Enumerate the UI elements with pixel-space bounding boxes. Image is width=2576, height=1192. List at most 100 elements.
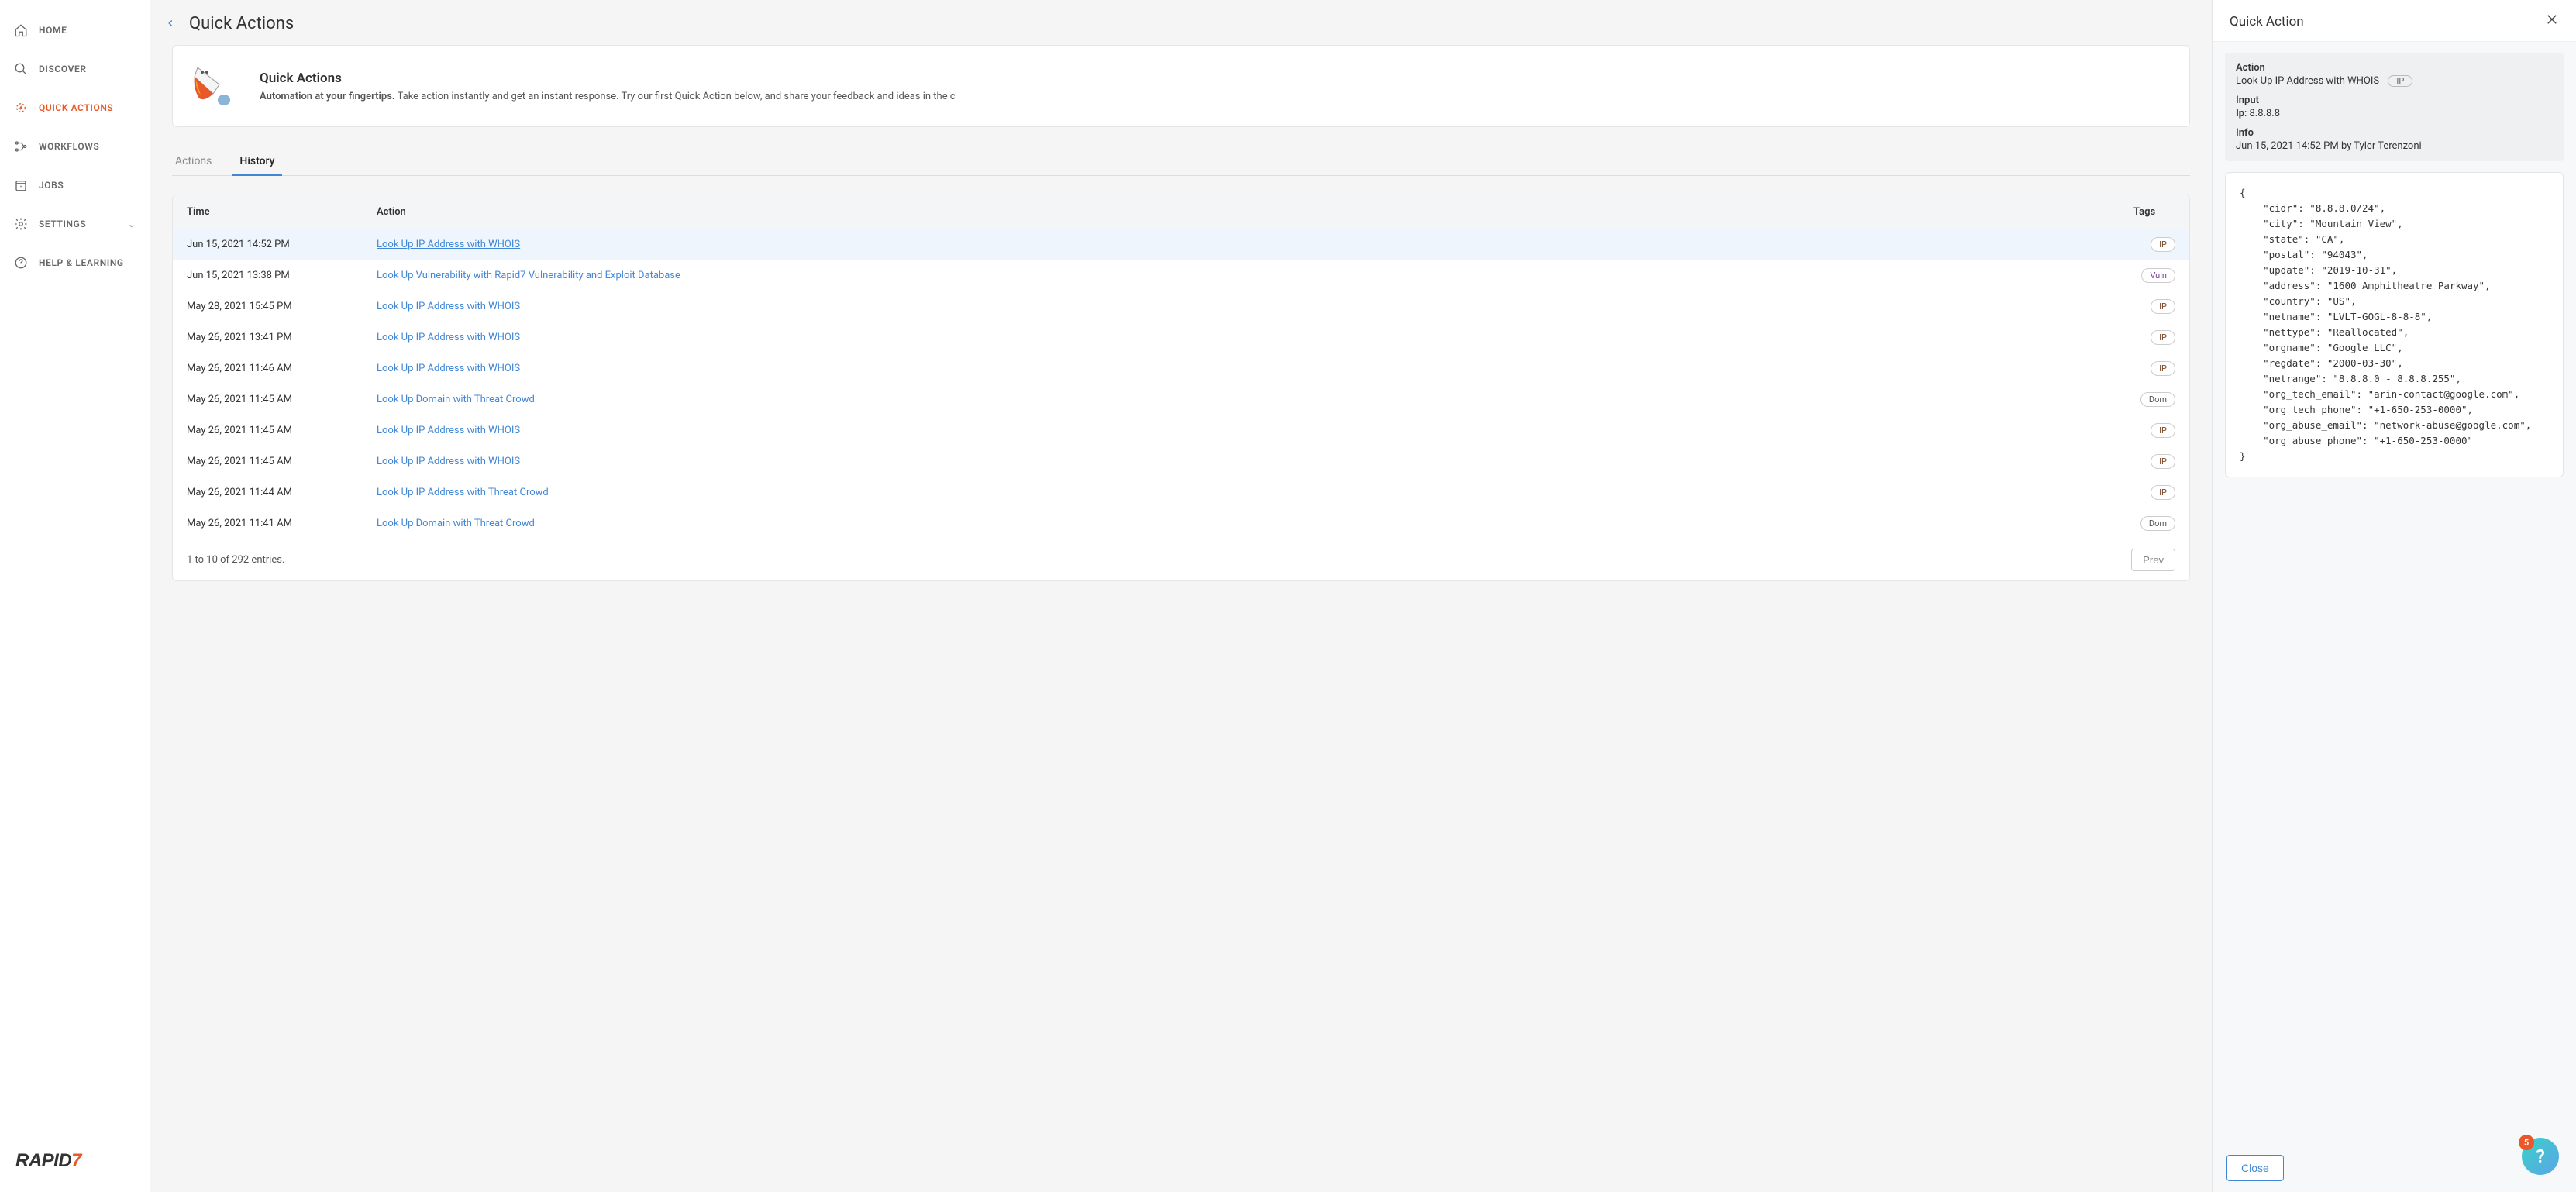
tab-actions[interactable]: Actions bbox=[172, 149, 215, 175]
tag-pill: IP bbox=[2151, 361, 2175, 376]
action-link[interactable]: Look Up Vulnerability with Rapid7 Vulner… bbox=[377, 270, 680, 281]
page-header: Quick Actions bbox=[150, 0, 2212, 45]
sidebar: HOME DISCOVER QUICK ACTIONS WORKFLOWS bbox=[0, 0, 150, 1192]
action-value: Look Up IP Address with WHOIS IP bbox=[2236, 75, 2553, 87]
cell-action: Look Up Vulnerability with Rapid7 Vulner… bbox=[363, 260, 2120, 291]
cell-tags: Dom bbox=[2120, 508, 2189, 539]
sidebar-item-label: SETTINGS bbox=[39, 219, 86, 229]
cell-time: May 26, 2021 11:46 AM bbox=[173, 353, 363, 384]
close-icon[interactable] bbox=[2545, 12, 2559, 30]
tag-pill: IP bbox=[2151, 454, 2175, 469]
action-label: Action bbox=[2236, 62, 2553, 74]
tag-pill: IP bbox=[2151, 330, 2175, 345]
cell-tags: IP bbox=[2120, 322, 2189, 353]
cell-action: Look Up IP Address with WHOIS bbox=[363, 229, 2120, 260]
cell-tags: IP bbox=[2120, 446, 2189, 477]
panel-meta: Action Look Up IP Address with WHOIS IP … bbox=[2225, 53, 2564, 161]
spark-icon bbox=[14, 101, 28, 115]
action-link[interactable]: Look Up IP Address with WHOIS bbox=[377, 425, 520, 436]
pagination-info: 1 to 10 of 292 entries. bbox=[187, 554, 284, 566]
table-row[interactable]: May 26, 2021 11:45 AM Look Up IP Address … bbox=[173, 415, 2189, 446]
cell-time: May 26, 2021 11:41 AM bbox=[173, 508, 363, 539]
action-link[interactable]: Look Up IP Address with WHOIS bbox=[377, 239, 520, 250]
action-link[interactable]: Look Up IP Address with WHOIS bbox=[377, 301, 520, 312]
col-tags: Tags bbox=[2120, 195, 2189, 229]
prev-button[interactable]: Prev bbox=[2131, 549, 2175, 571]
input-value: Ip: 8.8.8.8 bbox=[2236, 108, 2553, 119]
sidebar-item-settings[interactable]: SETTINGS ⌄ bbox=[0, 205, 150, 243]
sidebar-item-workflows[interactable]: WORKFLOWS bbox=[0, 127, 150, 166]
cell-tags: IP bbox=[2120, 477, 2189, 508]
sidebar-item-jobs[interactable]: JOBS bbox=[0, 166, 150, 205]
col-action: Action bbox=[363, 195, 2120, 229]
sidebar-item-label: DISCOVER bbox=[39, 64, 87, 74]
gear-icon bbox=[14, 217, 28, 231]
info-value: Jun 15, 2021 14:52 PM by Tyler Terenzoni bbox=[2236, 140, 2553, 152]
help-badge: 5 bbox=[2519, 1135, 2534, 1150]
sidebar-item-home[interactable]: HOME bbox=[0, 11, 150, 50]
cell-action: Look Up IP Address with Threat Crowd bbox=[363, 477, 2120, 508]
sidebar-item-quick-actions[interactable]: QUICK ACTIONS bbox=[0, 88, 150, 127]
action-link[interactable]: Look Up IP Address with WHOIS bbox=[377, 363, 520, 374]
help-bubble[interactable]: ? 5 bbox=[2522, 1138, 2559, 1175]
tag-pill: IP bbox=[2151, 485, 2175, 500]
jobs-icon bbox=[14, 178, 28, 192]
rocket-cow-icon bbox=[191, 61, 241, 111]
ip-chip: IP bbox=[2388, 75, 2412, 87]
cell-time: May 28, 2021 15:45 PM bbox=[173, 291, 363, 322]
banner-title: Quick Actions bbox=[260, 71, 956, 86]
table-row[interactable]: May 26, 2021 11:44 AM Look Up IP Address … bbox=[173, 477, 2189, 508]
action-link[interactable]: Look Up IP Address with WHOIS bbox=[377, 456, 520, 467]
workflow-icon bbox=[14, 140, 28, 153]
tag-pill: IP bbox=[2151, 237, 2175, 252]
input-label: Input bbox=[2236, 95, 2553, 106]
cell-tags: IP bbox=[2120, 353, 2189, 384]
tag-pill: Dom bbox=[2140, 392, 2175, 407]
action-link[interactable]: Look Up IP Address with WHOIS bbox=[377, 332, 520, 343]
tag-pill: Dom bbox=[2140, 516, 2175, 531]
cell-action: Look Up IP Address with WHOIS bbox=[363, 291, 2120, 322]
sidebar-item-discover[interactable]: DISCOVER bbox=[0, 50, 150, 88]
table-row[interactable]: Jun 15, 2021 13:38 PM Look Up Vulnerabili… bbox=[173, 260, 2189, 291]
cell-tags: IP bbox=[2120, 291, 2189, 322]
cell-time: May 26, 2021 11:45 AM bbox=[173, 415, 363, 446]
table-row[interactable]: May 26, 2021 13:41 PM Look Up IP Address … bbox=[173, 322, 2189, 353]
sidebar-item-label: QUICK ACTIONS bbox=[39, 102, 113, 113]
action-link[interactable]: Look Up Domain with Threat Crowd bbox=[377, 394, 535, 405]
cell-time: May 26, 2021 11:45 AM bbox=[173, 384, 363, 415]
action-link[interactable]: Look Up IP Address with Threat Crowd bbox=[377, 487, 549, 498]
sidebar-item-label: HOME bbox=[39, 25, 67, 36]
table-row[interactable]: Jun 15, 2021 14:52 PM Look Up IP Address … bbox=[173, 229, 2189, 260]
cell-action: Look Up Domain with Threat Crowd bbox=[363, 508, 2120, 539]
main-content: Quick Actions Quick Actions Automation a… bbox=[150, 0, 2212, 1192]
cell-time: May 26, 2021 11:44 AM bbox=[173, 477, 363, 508]
tag-pill: IP bbox=[2151, 423, 2175, 438]
action-link[interactable]: Look Up Domain with Threat Crowd bbox=[377, 518, 535, 529]
back-button[interactable] bbox=[160, 12, 181, 34]
table-row[interactable]: May 28, 2021 15:45 PM Look Up IP Address … bbox=[173, 291, 2189, 322]
table-footer: 1 to 10 of 292 entries. Prev bbox=[173, 539, 2189, 580]
table-row[interactable]: May 26, 2021 11:46 AM Look Up IP Address … bbox=[173, 353, 2189, 384]
detail-panel: Quick Action Action Look Up IP Address w… bbox=[2212, 0, 2576, 1192]
table-row[interactable]: May 26, 2021 11:45 AM Look Up Domain with… bbox=[173, 384, 2189, 415]
search-icon bbox=[14, 62, 28, 76]
cell-time: May 26, 2021 13:41 PM bbox=[173, 322, 363, 353]
close-button[interactable]: Close bbox=[2226, 1155, 2284, 1181]
cell-action: Look Up IP Address with WHOIS bbox=[363, 353, 2120, 384]
history-table: Time Action Tags Jun 15, 2021 14:52 PMLo… bbox=[172, 195, 2190, 581]
sidebar-item-help[interactable]: HELP & LEARNING bbox=[0, 243, 150, 282]
chevron-down-icon: ⌄ bbox=[128, 219, 136, 229]
json-output[interactable]: { "cidr": "8.8.8.0/24", "city": "Mountai… bbox=[2225, 172, 2564, 477]
table-row[interactable]: May 26, 2021 11:41 AM Look Up Domain with… bbox=[173, 508, 2189, 539]
cell-tags: IP bbox=[2120, 415, 2189, 446]
tab-history[interactable]: History bbox=[236, 149, 277, 175]
intro-banner: Quick Actions Automation at your fingert… bbox=[172, 45, 2190, 127]
table-row[interactable]: May 26, 2021 11:45 AMLook Up IP Address … bbox=[173, 446, 2189, 477]
cell-action: Look Up Domain with Threat Crowd bbox=[363, 384, 2120, 415]
tag-pill: IP bbox=[2151, 299, 2175, 314]
cell-time: Jun 15, 2021 13:38 PM bbox=[173, 260, 363, 291]
cell-action: Look Up IP Address with WHOIS bbox=[363, 446, 2120, 477]
cell-time: Jun 15, 2021 14:52 PM bbox=[173, 229, 363, 260]
sidebar-item-label: HELP & LEARNING bbox=[39, 257, 124, 268]
info-label: Info bbox=[2236, 127, 2553, 139]
